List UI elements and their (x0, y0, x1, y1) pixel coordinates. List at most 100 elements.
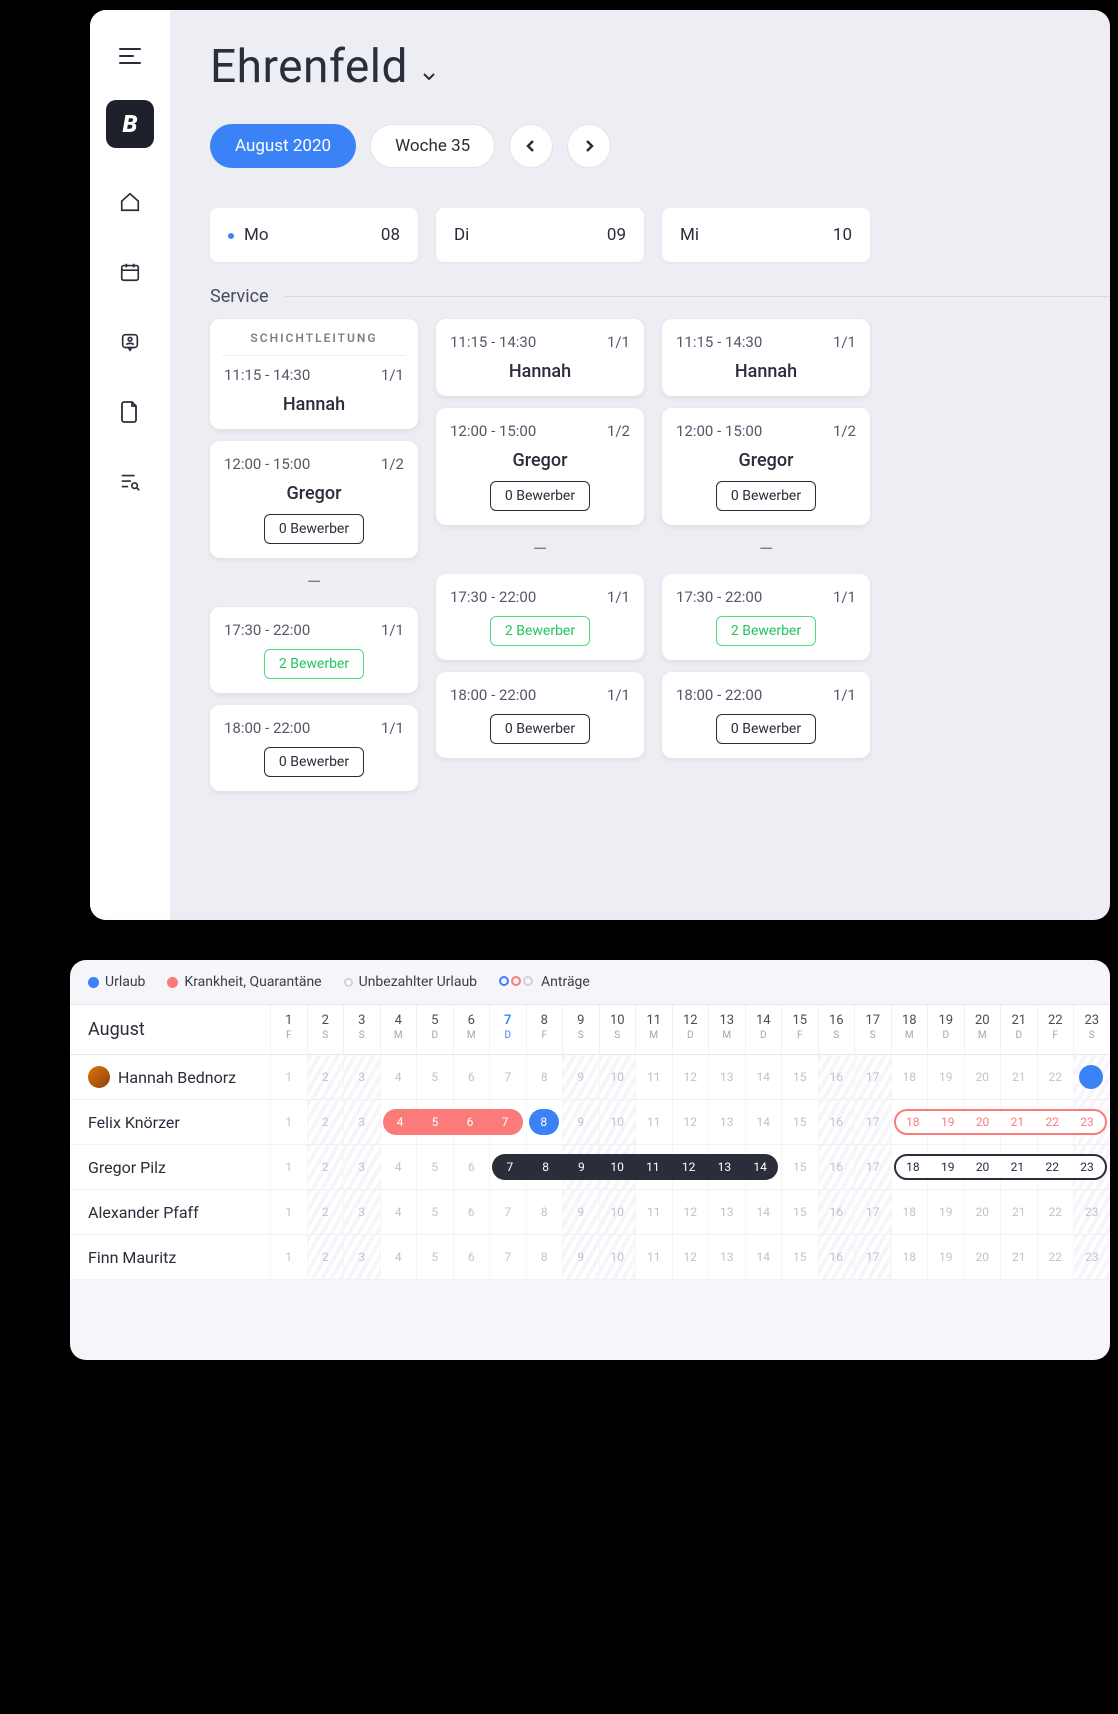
calendar-cell[interactable]: 1 (270, 1190, 307, 1234)
calendar-cell[interactable]: 8 (526, 1190, 563, 1234)
shift-card[interactable]: SCHICHTLEITUNG11:15 - 14:301/1Hannah (210, 319, 418, 429)
document-icon[interactable] (110, 392, 150, 432)
calendar-cell[interactable]: 9 (562, 1100, 599, 1144)
calendar-cell[interactable]: 1 (270, 1100, 307, 1144)
absence-bar[interactable]: 8 (529, 1109, 560, 1135)
calendar-cell[interactable]: 9 (562, 1235, 599, 1279)
day-header[interactable]: Di09 (436, 208, 644, 262)
calendar-cell[interactable]: 4 (380, 1190, 417, 1234)
calendar-day-header[interactable]: 2S (307, 1005, 344, 1054)
calendar-cell[interactable]: 11 (635, 1190, 672, 1234)
person-name[interactable]: Gregor Pilz (70, 1158, 270, 1177)
calendar-cell[interactable]: 17 (854, 1145, 891, 1189)
shift-card[interactable]: 18:00 - 22:001/10 Bewerber (210, 705, 418, 791)
calendar-cell[interactable]: 14 (745, 1100, 782, 1144)
calendar-cell[interactable]: 16 (818, 1100, 855, 1144)
calendar-cell[interactable]: 22 (1037, 1190, 1074, 1234)
calendar-cell[interactable]: 6 (453, 1145, 490, 1189)
calendar-day-header[interactable]: 13M (708, 1005, 745, 1054)
calendar-day-header[interactable]: 21D (1000, 1005, 1037, 1054)
shift-card[interactable]: 11:15 - 14:301/1Hannah (662, 319, 870, 396)
calendar-cell[interactable]: 19 (927, 1235, 964, 1279)
calendar-cell[interactable]: 21 (1000, 1235, 1037, 1279)
calendar-cell[interactable]: 6 (453, 1235, 490, 1279)
calendar-cell[interactable]: 15 (781, 1055, 818, 1099)
calendar-cell[interactable]: 19 (927, 1190, 964, 1234)
shift-card[interactable]: 11:15 - 14:301/1Hannah (436, 319, 644, 396)
page-title[interactable]: Ehrenfeld (210, 40, 408, 94)
calendar-cell[interactable]: 9 (562, 1055, 599, 1099)
calendar-day-header[interactable]: 15F (781, 1005, 818, 1054)
calendar-cell[interactable]: 2 (307, 1055, 344, 1099)
absence-bar[interactable]: 4567 (383, 1109, 523, 1135)
calendar-cell[interactable]: 21 (1000, 1190, 1037, 1234)
calendar-day-header[interactable]: 12D (672, 1005, 709, 1054)
calendar-cell[interactable]: 4 (380, 1235, 417, 1279)
calendar-cell[interactable]: 3 (343, 1145, 380, 1189)
week-selector[interactable]: Woche 35 (370, 124, 495, 168)
calendar-cell[interactable]: 16 (818, 1055, 855, 1099)
calendar-cell[interactable]: 1 (270, 1145, 307, 1189)
calendar-cell[interactable]: 5 (416, 1055, 453, 1099)
shift-card[interactable]: 12:00 - 15:001/2Gregor0 Bewerber (662, 408, 870, 525)
calendar-cell[interactable]: 13 (708, 1190, 745, 1234)
person-name[interactable]: Felix Knörzer (70, 1113, 270, 1132)
logo-icon[interactable]: B (106, 100, 154, 148)
calendar-day-header[interactable]: 22F (1037, 1005, 1074, 1054)
applicants-chip[interactable]: 0 Bewerber (264, 514, 364, 544)
day-header[interactable]: Mi10 (662, 208, 870, 262)
calendar-day-header[interactable]: 6M (453, 1005, 490, 1054)
people-icon[interactable] (110, 322, 150, 362)
person-name[interactable]: Alexander Pfaff (70, 1203, 270, 1222)
calendar-day-header[interactable]: 16S (818, 1005, 855, 1054)
absence-bar[interactable]: 7891011121314 (492, 1154, 778, 1180)
calendar-day-header[interactable]: 4M (380, 1005, 417, 1054)
calendar-day-header[interactable]: 10S (599, 1005, 636, 1054)
applicants-chip[interactable]: 0 Bewerber (490, 481, 590, 511)
calendar-cell[interactable]: 19 (927, 1055, 964, 1099)
calendar-cell[interactable]: 12 (672, 1055, 709, 1099)
calendar-cell[interactable]: 3 (343, 1100, 380, 1144)
applicants-chip[interactable]: 2 Bewerber (716, 616, 816, 646)
calendar-cell[interactable]: 2 (307, 1145, 344, 1189)
applicants-chip[interactable]: 0 Bewerber (716, 481, 816, 511)
calendar-cell[interactable]: 3 (343, 1235, 380, 1279)
day-header[interactable]: Mo08 (210, 208, 418, 262)
calendar-cell[interactable]: 6 (453, 1055, 490, 1099)
calendar-day-header[interactable]: 19D (927, 1005, 964, 1054)
calendar-cell[interactable]: 20 (964, 1055, 1001, 1099)
calendar-day-header[interactable]: 9S (562, 1005, 599, 1054)
calendar-cell[interactable]: 15 (781, 1145, 818, 1189)
calendar-cell[interactable]: 3 (343, 1190, 380, 1234)
shift-card[interactable]: 12:00 - 15:001/2Gregor0 Bewerber (210, 441, 418, 558)
calendar-day-header[interactable]: 17S (854, 1005, 891, 1054)
calendar-cell[interactable]: 17 (854, 1235, 891, 1279)
calendar-cell[interactable]: 13 (708, 1235, 745, 1279)
menu-icon[interactable] (110, 36, 150, 76)
calendar-cell[interactable]: 11 (635, 1055, 672, 1099)
calendar-cell[interactable]: 2 (307, 1190, 344, 1234)
calendar-cell[interactable]: 16 (818, 1235, 855, 1279)
month-selector[interactable]: August 2020 (210, 124, 356, 168)
shift-card[interactable]: 18:00 - 22:001/10 Bewerber (662, 672, 870, 758)
calendar-cell[interactable]: 22 (1037, 1055, 1074, 1099)
calendar-day-header[interactable]: 23S (1073, 1005, 1110, 1054)
calendar-icon[interactable] (110, 252, 150, 292)
shift-card[interactable]: 12:00 - 15:001/2Gregor0 Bewerber (436, 408, 644, 525)
calendar-cell[interactable]: 12 (672, 1100, 709, 1144)
calendar-day-header[interactable]: 18M (891, 1005, 928, 1054)
calendar-cell[interactable]: 3 (343, 1055, 380, 1099)
calendar-cell[interactable]: 23 (1073, 1235, 1110, 1279)
calendar-cell[interactable]: 12 (672, 1190, 709, 1234)
calendar-cell[interactable]: 18 (891, 1235, 928, 1279)
calendar-cell[interactable]: 15 (781, 1190, 818, 1234)
calendar-cell[interactable]: 14 (745, 1055, 782, 1099)
calendar-cell[interactable]: 22 (1037, 1235, 1074, 1279)
calendar-cell[interactable]: 4 (380, 1145, 417, 1189)
calendar-cell[interactable]: 18 (891, 1055, 928, 1099)
shift-card[interactable]: 17:30 - 22:001/12 Bewerber (662, 574, 870, 660)
calendar-day-header[interactable]: 3S (343, 1005, 380, 1054)
applicants-chip[interactable]: 2 Bewerber (264, 649, 364, 679)
calendar-day-header[interactable]: 20M (964, 1005, 1001, 1054)
calendar-cell[interactable]: 12 (672, 1235, 709, 1279)
